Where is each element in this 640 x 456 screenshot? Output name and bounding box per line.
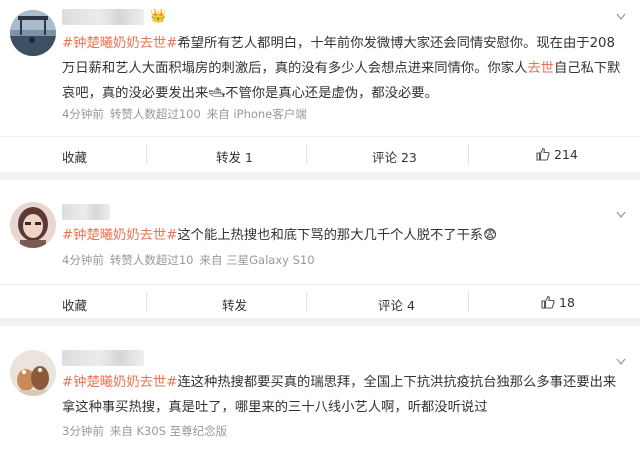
chevron-down-icon[interactable] [616,357,626,367]
keyword-link[interactable]: 去世 [527,61,554,76]
repost-button[interactable]: 转发 [222,295,247,314]
post-1: 👑 #钟楚曦奶奶去世#希望所有艺人都明白，十年前你发微博大家还会同情安慰你。现在… [0,0,640,172]
weibo-comment-feed: 👑 #钟楚曦奶奶去世#希望所有艺人都明白，十年前你发微博大家还会同情安慰你。现在… [0,0,640,456]
post-text: #钟楚曦奶奶去世#连这种热搜都要买真的瑞思拜，全国上下抗洪抗疫抗台独那么多事还要… [62,375,617,415]
post-2: #钟楚曦奶奶去世#这个能上热搜也和底下骂的那大几千个人脱不了干系😨 4分钟前 转赞… [0,180,640,318]
like-button[interactable]: 214 [536,147,578,162]
post-text: #钟楚曦奶奶去世#这个能上热搜也和底下骂的那大几千个人脱不了干系😨 [62,228,498,243]
topic-link[interactable]: #钟楚曦奶奶去世# [62,36,177,51]
crown-icon: 👑 [150,9,167,24]
action-bar: 收藏 转发 1 评论 23 214 [0,136,640,173]
post-text: #钟楚曦奶奶去世#希望所有艺人都明白，十年前你发微博大家还会同情安慰你。现在由于… [62,36,621,101]
thumbs-up-icon [536,147,550,161]
favorite-button[interactable]: 收藏 [62,147,87,166]
like-button[interactable]: 18 [541,295,575,310]
avatar[interactable] [10,350,56,396]
chevron-down-icon[interactable] [616,12,626,22]
repost-button[interactable]: 转发 1 [216,147,253,166]
topic-link[interactable]: #钟楚曦奶奶去世# [62,375,177,390]
comment-button[interactable]: 评论 4 [378,295,415,314]
fearful-emoji-icon: 😨 [483,228,498,243]
post-meta: 4分钟前 转赞人数超过10 来自 三星Galaxy S10 [62,253,315,267]
avatar[interactable] [10,202,56,248]
topic-link[interactable]: #钟楚曦奶奶去世# [62,228,177,243]
comment-button[interactable]: 评论 23 [372,147,417,166]
favorite-button[interactable]: 收藏 [62,295,87,314]
action-bar: 收藏 转发 评论 4 18 [0,284,640,321]
chevron-down-icon[interactable] [616,210,626,220]
username-blurred[interactable] [62,350,144,366]
post-meta: 4分钟前 转赞人数超过100 来自 iPhone客户端 [62,107,307,121]
username-blurred[interactable] [62,204,110,220]
boat-emoji-icon: 🛥 [208,86,226,101]
avatar[interactable] [10,10,56,56]
thumbs-up-icon [541,295,555,309]
post-3: #钟楚曦奶奶去世#连这种热搜都要买真的瑞思拜，全国上下抗洪抗疫抗台独那么多事还要… [0,326,640,456]
post-meta: 3分钟前 来自 K30S 至尊纪念版 [62,424,228,438]
username-blurred[interactable] [62,9,144,25]
